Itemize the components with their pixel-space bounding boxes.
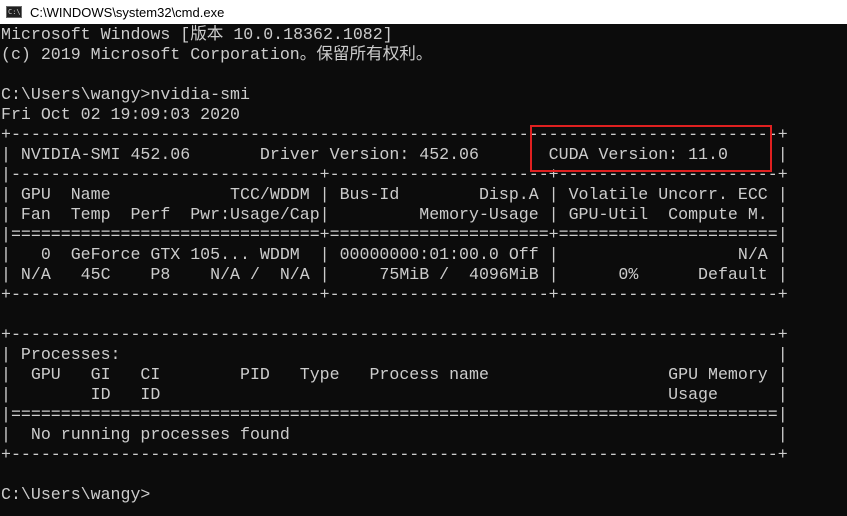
console-line: +-------------------------------+-------… [1,285,788,304]
cmd-icon: C:\ [6,6,22,18]
console-line: |===============================+=======… [1,225,788,244]
console-line: C:\Users\wangy>nvidia-smi [1,85,250,104]
title-bar[interactable]: C:\ C:\WINDOWS\system32\cmd.exe [0,0,847,24]
console-line: | Processes: | [1,345,788,364]
console-line: | NVIDIA-SMI 452.06 Driver Version: 452.… [1,145,788,164]
console-line: | ID ID Usage | [1,385,788,404]
console-line: (c) 2019 Microsoft Corporation。保留所有权利。 [1,45,433,64]
console-line: | N/A 45C P8 N/A / N/A | 75MiB / 4096MiB… [1,265,788,284]
console-line: | 0 GeForce GTX 105... WDDM | 00000000:0… [1,245,788,264]
console-line: | No running processes found | [1,425,788,444]
console-text: Microsoft Windows [版本 10.0.18362.1082] (… [0,24,847,505]
cmd-window: C:\ C:\WINDOWS\system32\cmd.exe Microsof… [0,0,847,516]
console-line: | Fan Temp Perf Pwr:Usage/Cap| Memory-Us… [1,205,788,224]
console-line: +---------------------------------------… [1,125,788,144]
console-line: |=======================================… [1,405,788,424]
window-title: C:\WINDOWS\system32\cmd.exe [30,4,225,20]
console-line: Fri Oct 02 19:09:03 2020 [1,105,240,124]
console-line: |-------------------------------+-------… [1,165,788,184]
console-line: | GPU GI CI PID Type Process name GPU Me… [1,365,788,384]
console-output[interactable]: Microsoft Windows [版本 10.0.18362.1082] (… [0,24,847,516]
console-line: +---------------------------------------… [1,325,788,344]
console-line: | GPU Name TCC/WDDM | Bus-Id Disp.A | Vo… [1,185,788,204]
console-line: C:\Users\wangy> [1,485,151,504]
console-line: Microsoft Windows [版本 10.0.18362.1082] [1,25,393,44]
console-line: +---------------------------------------… [1,445,788,464]
